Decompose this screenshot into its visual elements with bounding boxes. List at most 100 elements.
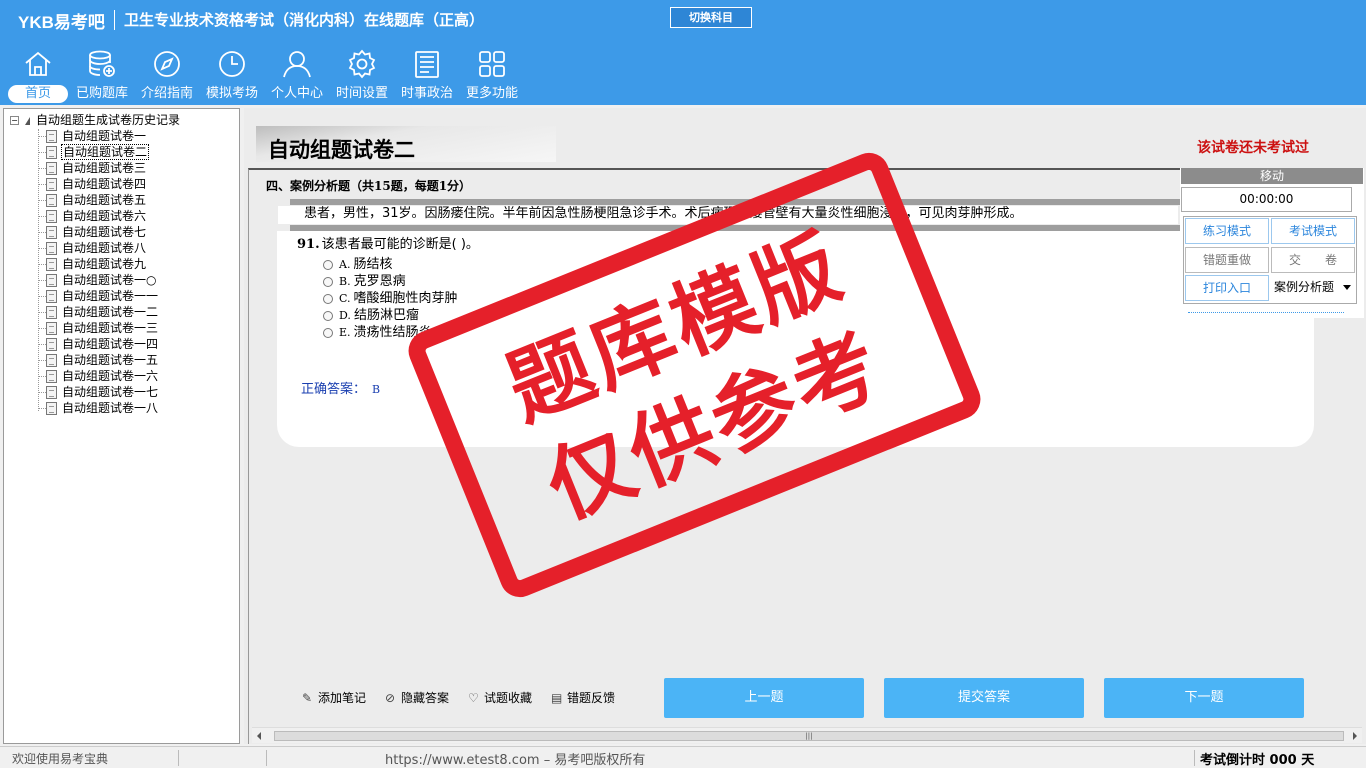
tree-item-label: 自动组题试卷一二 (62, 305, 159, 319)
tree-item[interactable]: 自动组题试卷八 (38, 240, 147, 256)
answer-label: 正确答案： (301, 382, 367, 397)
tree-item[interactable]: 自动组题试卷一五 (38, 352, 159, 368)
submit-answer-button[interactable]: 提交答案 (884, 678, 1084, 718)
clock-icon (219, 51, 245, 77)
nav-profile-label: 个人中心 (270, 86, 323, 101)
status-bar: 欢迎使用易考宝典 https://www.etest8.com – 易考吧版权所… (0, 746, 1366, 768)
document-icon (46, 130, 57, 143)
tree-branch-line (38, 216, 46, 217)
tree-item[interactable]: 自动组题试卷四 (38, 176, 147, 192)
tree-item-label: 自动组题试卷九 (62, 257, 147, 271)
tree-branch-line (38, 264, 46, 265)
practice-mode-button[interactable]: 练习模式 (1185, 218, 1269, 244)
horizontal-scrollbar[interactable]: ||| (252, 727, 1362, 743)
tree-branch-line (38, 296, 46, 297)
nav-guide[interactable]: 介绍指南 (137, 48, 197, 104)
question-type-select[interactable]: 案例分析题 (1271, 275, 1355, 301)
option-item[interactable]: B. 克罗恩病 (323, 273, 406, 290)
nav-profile[interactable]: 个人中心 (267, 48, 327, 104)
tree-item-label: 自动组题试卷一三 (62, 321, 159, 335)
heart-icon: ♡ (468, 691, 479, 705)
tree-item[interactable]: 自动组题试卷一一 (38, 288, 159, 304)
folder-triangle-icon (25, 116, 30, 125)
document-icon (46, 370, 57, 383)
paper-status: 该试卷还未考试过 (1197, 140, 1309, 156)
submit-paper-button[interactable]: 交 卷 (1271, 247, 1355, 273)
prev-question-button[interactable]: 上一题 (664, 678, 864, 718)
scroll-left-icon[interactable] (257, 732, 261, 740)
tree-item[interactable]: 自动组题试卷七 (38, 224, 147, 240)
document-icon (46, 290, 57, 303)
feedback-button[interactable]: ▤ 错题反馈 (551, 690, 615, 706)
scroll-right-icon[interactable] (1353, 732, 1357, 740)
radio-button[interactable] (323, 327, 333, 338)
tree-item[interactable]: 自动组题试卷五 (38, 192, 147, 208)
document-icon (46, 226, 57, 239)
tree-item[interactable]: 自动组题试卷六 (38, 208, 147, 224)
tree-branch-line (38, 184, 46, 185)
eye-icon: ⊘ (385, 691, 396, 705)
tree-item[interactable]: 自动组题试卷二 (38, 144, 150, 160)
option-item[interactable]: D. 结肠淋巴瘤 (323, 307, 419, 324)
radio-button[interactable] (323, 259, 333, 270)
nav-purchased[interactable]: 已购题库 (72, 48, 132, 104)
home-icon (25, 51, 51, 76)
hide-answer-button[interactable]: ⊘ 隐藏答案 (385, 690, 449, 706)
tree-item-label: 自动组题试卷四 (62, 177, 147, 191)
print-button[interactable]: 打印入口 (1185, 275, 1269, 301)
nav-time-settings-label: 时间设置 (335, 86, 388, 101)
favorite-button[interactable]: ♡ 试题收藏 (468, 690, 532, 706)
tree-branch-line (38, 200, 46, 201)
grid-icon (479, 51, 505, 77)
option-item[interactable]: C. 嗜酸细胞性肉芽肿 (323, 290, 458, 307)
nav-more[interactable]: 更多功能 (462, 48, 522, 104)
next-question-button[interactable]: 下一题 (1104, 678, 1304, 718)
tree-item-label: 自动组题试卷一八 (62, 401, 159, 415)
document-icon (46, 242, 57, 255)
nav-purchased-label: 已购题库 (75, 86, 128, 101)
nav-home[interactable]: 首页 (8, 48, 68, 104)
status-copyright: https://www.etest8.com – 易考吧版权所有 (385, 753, 646, 768)
tree-item-label: 自动组题试卷七 (62, 225, 147, 239)
tree-item[interactable]: 自动组题试卷一 (38, 128, 147, 144)
document-icon (46, 306, 57, 319)
document-icon (46, 354, 57, 367)
scrollbar-thumb[interactable]: ||| (274, 731, 1344, 741)
tree-item[interactable]: 自动组题试卷一七 (38, 384, 159, 400)
exam-mode-button[interactable]: 考试模式 (1271, 218, 1355, 244)
tree-item[interactable]: 自动组题试卷一三 (38, 320, 159, 336)
correct-answer: 正确答案： B (301, 378, 380, 397)
document-icon (46, 210, 57, 223)
tree-item[interactable]: 自动组题试卷三 (38, 160, 147, 176)
tree-branch-line (38, 136, 46, 137)
tree-item[interactable]: 自动组题试卷九 (38, 256, 147, 272)
radio-button[interactable] (323, 293, 333, 304)
tree-root[interactable]: − 自动组题生成试卷历史记录 (10, 112, 180, 128)
switch-subject-button[interactable]: 切换科目 (670, 7, 752, 28)
redo-wrong-button[interactable]: 错题重做 (1185, 247, 1269, 273)
nav-current-affairs-label: 时事政治 (400, 86, 453, 101)
status-separator (1194, 750, 1195, 766)
section-title: 四、案例分析题（共15题，每题1分） (266, 179, 472, 193)
hide-answer-label: 隐藏答案 (401, 691, 450, 705)
nav-current-affairs[interactable]: 时事政治 (397, 48, 457, 104)
collapse-icon[interactable]: − (10, 116, 19, 125)
question-text: 该患者最可能的诊断是( )。 (321, 237, 479, 252)
add-note-button[interactable]: ✎ 添加笔记 (302, 690, 366, 706)
radio-button[interactable] (323, 310, 333, 321)
tree-item-label: 自动组题试卷六 (62, 209, 147, 223)
radio-button[interactable] (323, 276, 333, 287)
option-item[interactable]: A. 肠结核 (323, 256, 392, 273)
tree-item[interactable]: 自动组题试卷一四 (38, 336, 159, 352)
tree-item[interactable]: 自动组题试卷一二 (38, 304, 159, 320)
document-icon (46, 274, 57, 287)
user-icon (283, 51, 311, 78)
tree-item-label: 自动组题试卷八 (62, 241, 147, 255)
nav-mock-exam[interactable]: 模拟考场 (202, 48, 262, 104)
tree-item[interactable]: 自动组题试卷一六 (38, 368, 159, 384)
move-handle[interactable]: 移动 (1181, 168, 1363, 184)
compass-icon (154, 51, 180, 77)
tree-item[interactable]: 自动组题试卷一八 (38, 400, 159, 416)
nav-time-settings[interactable]: 时间设置 (332, 48, 392, 104)
tree-item[interactable]: 自动组题试卷一○ (38, 272, 157, 288)
